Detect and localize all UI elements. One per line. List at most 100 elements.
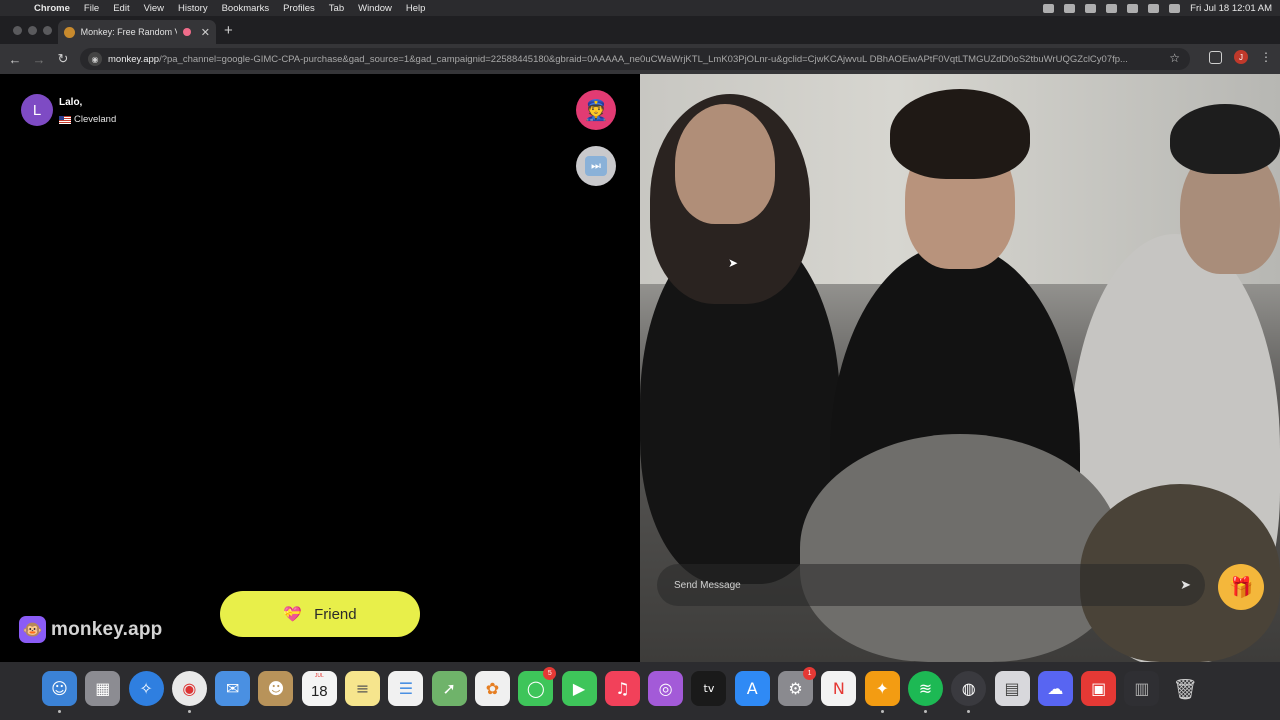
notes-icon[interactable]: ≡ bbox=[345, 671, 381, 706]
menu-file[interactable]: File bbox=[84, 3, 99, 14]
menu-help[interactable]: Help bbox=[406, 3, 426, 14]
window-controls bbox=[13, 26, 52, 35]
send-icon[interactable]: ➤ bbox=[1180, 577, 1191, 593]
video-person-left-face bbox=[675, 104, 775, 224]
address-bar[interactable]: ◉ monkey.app/?pa_channel=google-GIMC-CPA… bbox=[80, 48, 1190, 70]
music-icon[interactable]: ♫ bbox=[604, 671, 640, 706]
us-flag-icon bbox=[59, 115, 71, 124]
finder-icon[interactable]: ☺ bbox=[42, 671, 77, 713]
partner-info: L Lalo, Cleveland bbox=[21, 94, 116, 126]
chrome-icon[interactable]: ◉ bbox=[171, 671, 207, 713]
menu-view[interactable]: View bbox=[144, 3, 164, 14]
partner-name: Lalo, bbox=[59, 97, 83, 108]
close-tab-icon[interactable]: ✕ bbox=[201, 26, 210, 39]
launchpad-icon[interactable]: ▦ bbox=[85, 671, 121, 706]
menu-profiles[interactable]: Profiles bbox=[283, 3, 315, 14]
menu-tab[interactable]: Tab bbox=[329, 3, 344, 14]
screen-share-icon[interactable] bbox=[1043, 3, 1055, 13]
reload-icon[interactable]: ↻ bbox=[51, 51, 75, 67]
fast-forward-icon: ⏭ bbox=[585, 156, 607, 176]
partner-location: Cleveland bbox=[59, 114, 116, 125]
partner-city: Cleveland bbox=[74, 114, 117, 125]
spotlight-icon[interactable] bbox=[1127, 3, 1139, 13]
news-icon[interactable]: N bbox=[821, 671, 857, 706]
report-button[interactable]: 👮 bbox=[576, 90, 616, 130]
minimize-window-button[interactable] bbox=[28, 26, 37, 35]
maps-icon[interactable]: ➚ bbox=[431, 671, 467, 706]
menu-bookmarks[interactable]: Bookmarks bbox=[222, 3, 270, 14]
spotify-icon[interactable]: ≋ bbox=[907, 671, 943, 713]
fl-studio-icon[interactable]: ✦ bbox=[864, 671, 900, 713]
chrome-menu-icon[interactable]: ⋮ bbox=[1260, 50, 1272, 64]
partner-avatar[interactable]: L bbox=[21, 94, 53, 126]
skip-button[interactable]: ⏭ bbox=[576, 146, 616, 186]
back-arrow-icon[interactable]: ← bbox=[3, 52, 27, 67]
close-window-button[interactable] bbox=[13, 26, 22, 35]
tab-title: Monkey: Free Random Vi bbox=[80, 27, 178, 37]
bookmark-star-icon[interactable]: ☆ bbox=[1169, 51, 1180, 65]
video-pants bbox=[800, 434, 1120, 662]
discord-icon[interactable]: ☁ bbox=[1037, 671, 1073, 706]
apple-tv-icon[interactable]: tv bbox=[691, 671, 727, 706]
police-officer-icon: 👮 bbox=[583, 99, 609, 122]
upload-icon[interactable] bbox=[1085, 3, 1097, 13]
url-text[interactable]: monkey.app/?pa_channel=google-GIMC-CPA-p… bbox=[108, 54, 1148, 65]
calendar-day: 18 bbox=[310, 683, 328, 700]
video-person-right-hat bbox=[1170, 104, 1280, 174]
preview-icon[interactable]: ▤ bbox=[994, 671, 1030, 706]
obs-icon[interactable]: ◍ bbox=[951, 671, 987, 713]
facetime-icon[interactable]: ▶ bbox=[561, 671, 597, 706]
contacts-icon[interactable]: ☻ bbox=[258, 671, 294, 706]
photo-booth-icon[interactable]: ▣ bbox=[1081, 671, 1117, 706]
friend-button[interactable]: 💝 Friend bbox=[220, 591, 420, 637]
message-input[interactable] bbox=[674, 579, 1164, 591]
siri-icon[interactable] bbox=[1169, 3, 1181, 13]
menu-window[interactable]: Window bbox=[358, 3, 392, 14]
message-bar: ➤ bbox=[657, 564, 1205, 606]
side-panel-icon[interactable] bbox=[1209, 50, 1222, 64]
safari-icon[interactable]: ✧ bbox=[128, 671, 164, 706]
trash-icon[interactable]: 🗑 bbox=[1168, 671, 1203, 706]
gift-icon: 🎁 bbox=[1228, 576, 1254, 599]
menu-edit[interactable]: Edit bbox=[113, 3, 129, 14]
running-dot bbox=[923, 710, 927, 713]
menu-app[interactable]: Chrome bbox=[34, 3, 70, 14]
brand-logo: 🐵 monkey.app bbox=[19, 616, 162, 643]
control-center-icon[interactable] bbox=[1148, 3, 1160, 13]
running-dot bbox=[187, 710, 191, 713]
calendar-icon[interactable]: JUL 18 bbox=[301, 671, 337, 706]
app-store-icon[interactable]: A bbox=[734, 671, 770, 706]
self-panel: L Lalo, Cleveland 👮 ⏭ 🐵 monkey.app 💝 Fri… bbox=[0, 74, 640, 662]
brand-name: monkey.app bbox=[51, 618, 163, 640]
new-tab-icon[interactable]: + bbox=[224, 22, 233, 39]
url-path: /?pa_channel=google-GIMC-CPA-purchase&ga… bbox=[159, 53, 1128, 65]
running-dot bbox=[58, 710, 61, 713]
reminders-icon[interactable]: ☰ bbox=[388, 671, 424, 706]
forward-arrow-icon[interactable]: → bbox=[27, 52, 51, 67]
podcasts-icon[interactable]: ◎ bbox=[648, 671, 684, 706]
downloads-folder-icon[interactable]: ▥ bbox=[1124, 671, 1160, 706]
menu-bar: Chrome File Edit View History Bookmarks … bbox=[0, 0, 1280, 16]
monkey-favicon-icon bbox=[64, 26, 75, 38]
site-info-icon[interactable]: ◉ bbox=[88, 52, 102, 66]
running-dot bbox=[967, 710, 971, 713]
wifi-icon[interactable] bbox=[1064, 3, 1076, 13]
profile-avatar[interactable]: J bbox=[1234, 50, 1248, 64]
photos-icon[interactable]: ✿ bbox=[474, 671, 510, 706]
toolbar-right: J ⋮ bbox=[1209, 50, 1272, 64]
messages-icon[interactable]: ◯ 5 bbox=[518, 667, 557, 706]
monkey-logo-icon: 🐵 bbox=[19, 616, 46, 643]
system-settings-icon[interactable]: ⚙ 1 bbox=[778, 667, 817, 706]
messages-badge: 5 bbox=[543, 667, 557, 680]
gift-button[interactable]: 🎁 bbox=[1218, 564, 1264, 610]
partner-video[interactable]: ➤ ➤ 🎁 bbox=[640, 74, 1280, 662]
menu-clock[interactable]: Fri Jul 18 12:01 AM bbox=[1190, 3, 1272, 14]
apple-tv-label: tv bbox=[703, 682, 715, 695]
video-person-center-hair bbox=[890, 89, 1030, 179]
zoom-window-button[interactable] bbox=[43, 26, 52, 35]
menu-history[interactable]: History bbox=[178, 3, 208, 14]
status-area: Fri Jul 18 12:01 AM bbox=[1043, 0, 1272, 16]
tab-monkey[interactable]: Monkey: Free Random Vi ✕ bbox=[58, 20, 216, 44]
time-machine-icon[interactable] bbox=[1106, 3, 1118, 13]
mail-icon[interactable]: ✉ bbox=[215, 671, 251, 706]
